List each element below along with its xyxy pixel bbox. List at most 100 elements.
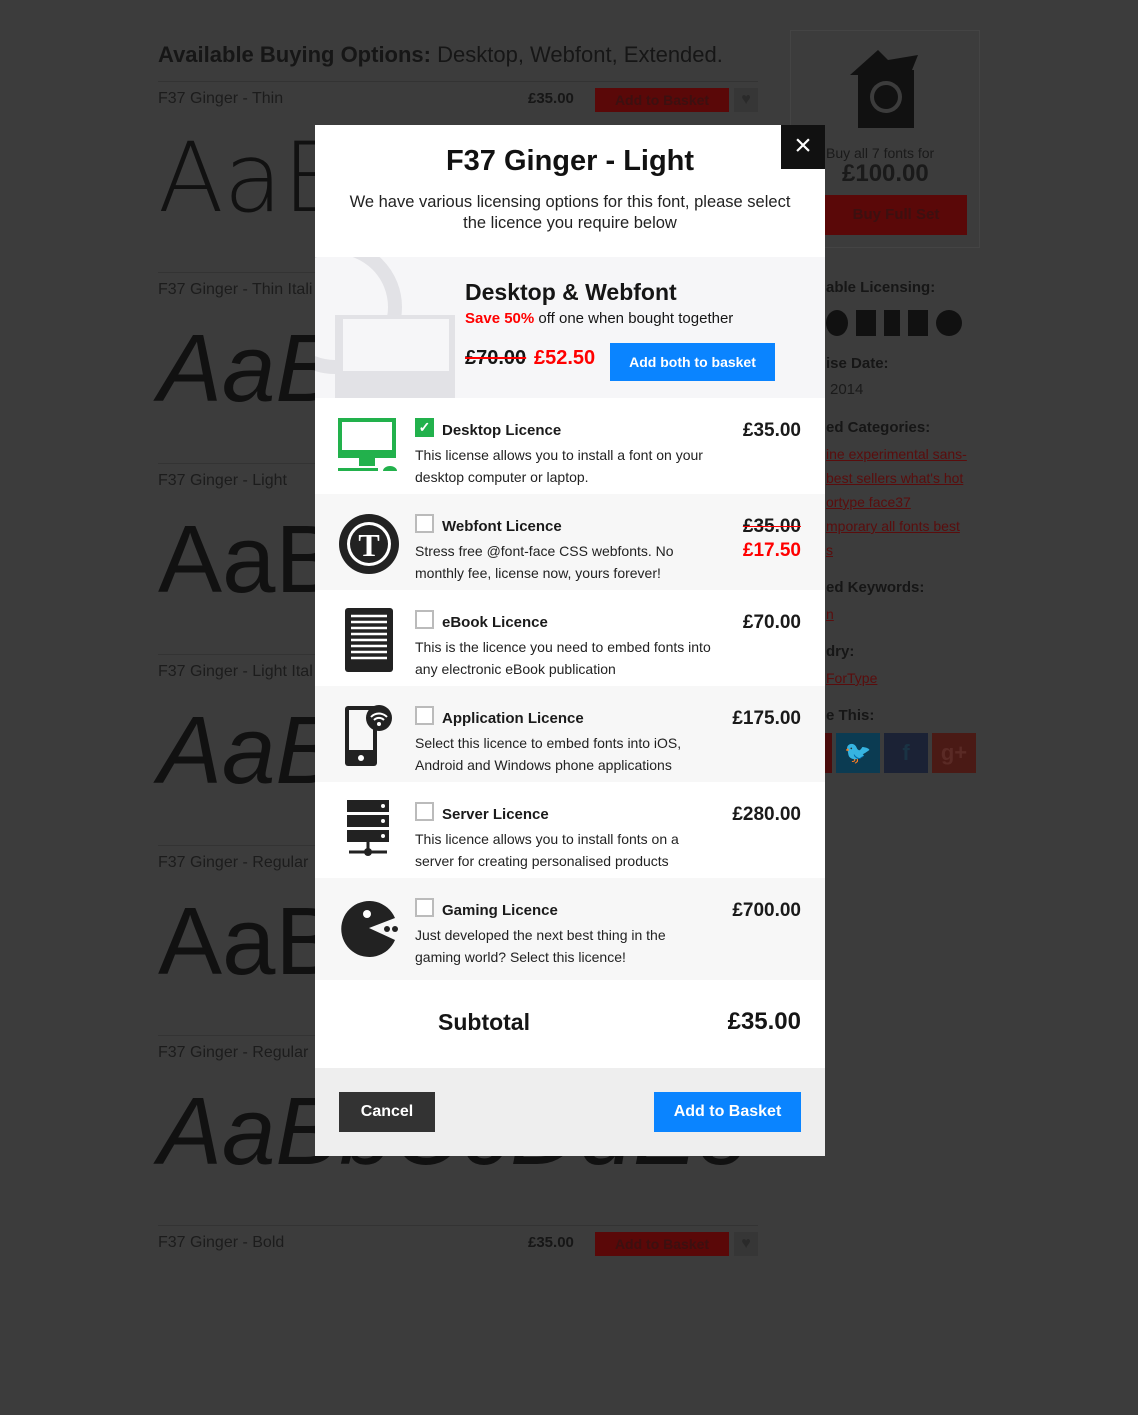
font-name: F37 Ginger - Thin [158,90,284,107]
bundle-offer: Desktop & Webfont Save 50% off one when … [315,257,825,398]
full-set-price: £100.00 [842,160,929,187]
page-heading: Available Buying Options: Desktop, Webfo… [158,42,723,67]
heart-icon[interactable]: ♥ [734,88,758,112]
pacman-icon [936,310,962,336]
google-plus-button[interactable]: g+ [932,733,976,773]
add-to-basket-button[interactable]: Add to Basket [595,1232,729,1256]
licence-title: Server Licence [442,806,549,823]
licence-row-server[interactable]: Server Licence This licence allows you t… [315,782,825,878]
font-sample: AaB [158,506,340,613]
modal-subtitle: We have various licensing options for th… [349,193,791,232]
desktop-icon [338,418,397,471]
licence-description: This license allows you to install a fon… [415,447,703,485]
subtotal-label: Subtotal [438,1009,530,1035]
font-name: F37 Ginger - Regular [158,1044,309,1061]
server-icon [347,800,389,856]
font-price: £35.00 [528,90,574,107]
add-both-button[interactable]: Add both to basket [610,343,775,381]
licence-sale-price: £17.50 [742,540,801,561]
svg-text:T: T [358,527,379,563]
buy-full-set-button[interactable]: Buy Full Set [825,195,967,235]
bundle-price: £52.50 [534,347,596,369]
licence-description: Select this licence to embed fonts into … [415,735,682,773]
bundle-save-text: Save 50% off one when bought together [465,310,734,327]
licence-price: £280.00 [732,804,801,825]
facebook-button[interactable]: f [884,733,928,773]
category-link[interactable]: s [826,542,833,558]
font-price: £35.00 [528,1234,574,1251]
licence-price: £70.00 [742,612,801,633]
licence-description: This licence allows you to install fonts… [415,831,679,869]
licensing-label: able Licensing: [826,279,936,296]
foundry-label: dry: [826,643,855,660]
font-name: F37 Ginger - Regular [158,854,309,871]
server-icon [908,310,928,336]
bundle-old-price: £70.00 [465,347,527,369]
modal-title: F37 Ginger - Light [445,145,695,177]
licence-title: Gaming Licence [442,902,558,919]
font-name: F37 Ginger - Thin Itali [158,281,313,298]
licence-price: £35.00 [742,420,801,441]
keyword-link[interactable]: n [826,606,834,622]
font-name: F37 Ginger - Light [158,472,287,489]
webfont-icon [826,310,848,336]
keywords-label: ed Keywords: [826,579,925,596]
licence-row-ebook[interactable]: eBook Licence This is the licence you ne… [315,590,825,686]
licence-title: Application Licence [442,710,584,727]
ebook-licence-checkbox[interactable] [415,610,434,629]
pacman-icon [341,901,398,957]
add-to-basket-button[interactable]: Add to Basket [595,88,729,112]
twitter-button[interactable]: 🐦 [836,733,880,773]
licence-description: This is the licence you need to embed fo… [415,639,711,677]
licence-modal: F37 Ginger - Light We have various licen… [315,125,825,1156]
webfont-licence-checkbox[interactable] [415,514,434,533]
font-row: F37 Ginger - Bold £35.00 Add to Basket ♥ [158,1225,758,1415]
basket-icon [850,50,918,128]
licence-title: Webfont Licence [442,518,562,535]
category-link[interactable]: ine experimental sans- [826,446,967,462]
categories-label: ed Categories: [826,419,931,436]
release-date: 2014 [830,381,864,398]
webfont-icon: T [339,514,399,574]
ebook-icon [856,310,876,336]
licensing-icons [826,310,962,336]
font-name: F37 Ginger - Bold [158,1234,285,1251]
buy-all-text: Buy all 7 fonts for [826,145,935,161]
licence-description: Just developed the next best thing in th… [415,927,666,965]
mobile-app-icon [345,705,392,766]
bundle-title: Desktop & Webfont [465,279,677,305]
licence-row-application[interactable]: Application Licence Select this licence … [315,686,825,782]
licence-title: Desktop Licence [442,422,562,439]
mobile-app-icon [884,310,900,336]
licence-title: eBook Licence [442,614,548,631]
font-sample: AaB [158,888,340,995]
foundry-link[interactable]: ForType [826,670,877,686]
application-licence-checkbox[interactable] [415,706,434,725]
licence-row-webfont[interactable]: T Webfont Licence Stress free @font-face… [315,494,825,590]
subtotal-value: £35.00 [727,1008,801,1035]
heart-icon[interactable]: ♥ [734,1232,758,1256]
licence-row-gaming[interactable]: Gaming Licence Just developed the next b… [315,878,825,980]
font-sample: AaB [158,697,340,804]
modal-footer: Cancel Add to Basket [315,1068,825,1156]
add-to-basket-button[interactable]: Add to Basket [654,1092,801,1132]
font-sample: AaB [158,315,340,422]
share-label: e This: [826,707,875,724]
desktop-licence-checkbox[interactable]: ✓ [415,418,434,437]
category-link[interactable]: ortype face37 [826,494,911,510]
licence-old-price: £35.00 [742,516,801,537]
release-date-label: ise Date: [826,355,889,372]
licence-description: Stress free @font-face CSS webfonts. No … [415,543,674,581]
category-link[interactable]: mporary all fonts best [826,518,960,534]
close-icon[interactable]: × [781,125,825,169]
desktop-webfont-icon [315,257,455,398]
category-link[interactable]: best sellers what's hot [826,470,963,486]
font-name: F37 Ginger - Light Ital [158,663,313,680]
licence-price: £175.00 [732,708,801,729]
ebook-icon [345,608,393,672]
gaming-licence-checkbox[interactable] [415,898,434,917]
cancel-button[interactable]: Cancel [339,1092,435,1132]
server-licence-checkbox[interactable] [415,802,434,821]
licence-price: £700.00 [732,900,801,921]
licence-row-desktop[interactable]: ✓ Desktop Licence This license allows yo… [315,398,825,494]
